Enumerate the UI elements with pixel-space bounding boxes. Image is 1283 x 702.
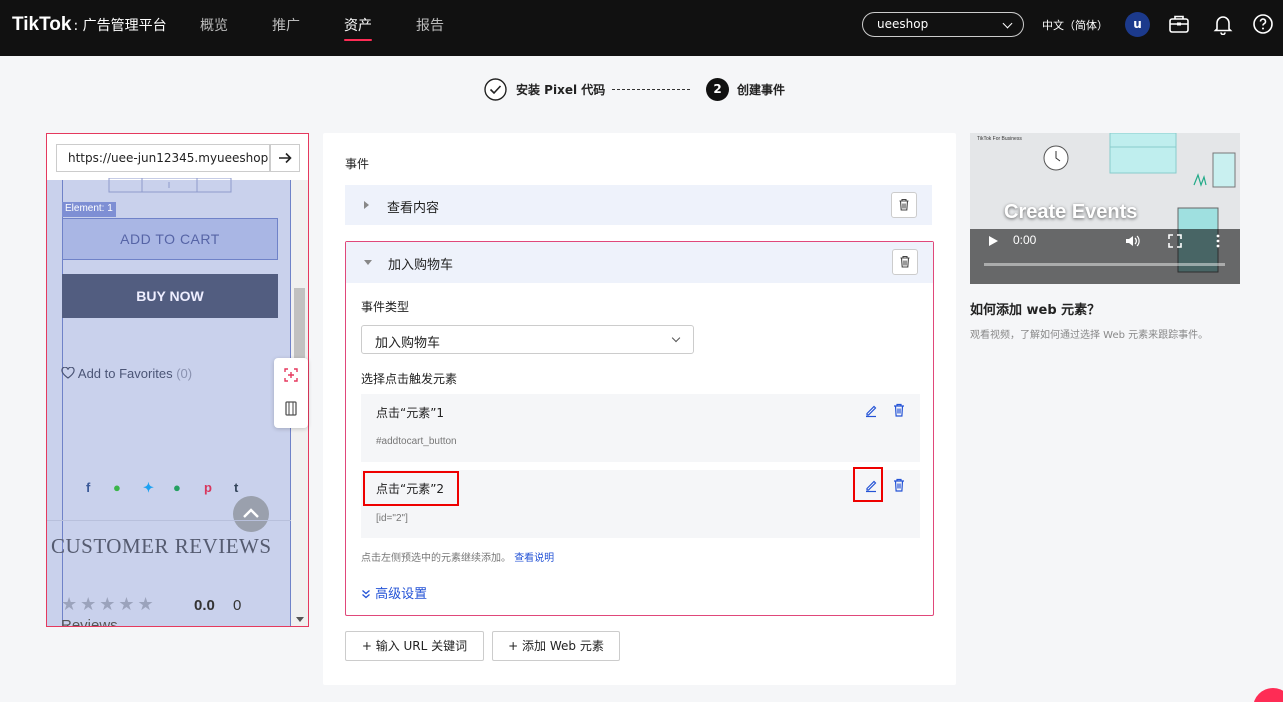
facebook-icon[interactable]: f (86, 480, 90, 495)
event-type-select[interactable]: 加入购物车 (361, 325, 694, 354)
element-picker-icon[interactable] (274, 358, 308, 392)
go-button[interactable] (270, 144, 300, 172)
delete-event-button[interactable] (892, 249, 918, 275)
add-element-hint: 点击左侧预选中的元素继续添加。 查看说明 (361, 549, 554, 564)
nav-overview[interactable]: 概览 (200, 15, 228, 35)
notification-bell-icon[interactable] (1212, 13, 1234, 35)
volume-icon[interactable] (1124, 234, 1140, 248)
play-icon[interactable] (986, 234, 1000, 248)
preview-url-input[interactable]: https://uee-jun12345.myueeshop.com (56, 144, 270, 172)
chevron-down-icon (671, 333, 681, 343)
user-avatar[interactable]: u (1125, 12, 1150, 37)
trash-icon (899, 198, 909, 211)
preview-tools (274, 358, 308, 428)
quantity-selector-remnant (108, 178, 232, 193)
twitter-icon[interactable]: ✦ (143, 480, 154, 496)
add-url-keyword-button[interactable]: + 输入 URL 关键词 (345, 631, 484, 661)
rating-count: 0 (233, 597, 242, 614)
video-current-time: 0:00 (1013, 233, 1037, 247)
language-switch[interactable]: 中文（简体） (1042, 17, 1108, 33)
delete-event-button[interactable] (891, 192, 917, 218)
logo-subtitle: : 广告管理平台 (73, 18, 167, 34)
shop-page-viewport: Element: 1 ADD TO CART BUY NOW Add to Fa… (47, 178, 291, 627)
nav-reports[interactable]: 报告 (416, 15, 444, 35)
whatsapp-icon[interactable]: ● (173, 480, 181, 495)
tutorial-video-player[interactable]: TikTok For Business Create Events 0:00 (970, 133, 1240, 284)
scroll-down-arrow-icon[interactable] (296, 617, 304, 622)
chevron-down-icon (1002, 18, 1013, 29)
event-row-view-content[interactable]: 查看内容 (345, 185, 932, 225)
briefcase-icon[interactable] (1168, 13, 1190, 35)
customer-reviews-heading: CUSTOMER REVIEWS (51, 534, 272, 558)
top-navigation-bar: TikTok: 广告管理平台 概览 推广 资产 报告 ueeshop 中文（简体… (0, 0, 1283, 56)
add-to-cart-button[interactable]: ADD TO CART (62, 218, 278, 260)
line-icon[interactable]: ● (113, 480, 121, 495)
fullscreen-icon[interactable] (1168, 234, 1182, 248)
caret-right-icon[interactable] (364, 201, 369, 209)
advanced-settings-toggle[interactable]: 高级设置 (361, 583, 427, 602)
video-progress-bar[interactable] (984, 263, 1225, 266)
nav-promotion[interactable]: 推广 (272, 15, 300, 35)
account-selector[interactable]: ueeshop (862, 12, 1024, 37)
device-toggle-icon[interactable] (274, 392, 308, 426)
event-title: 查看内容 (387, 201, 440, 216)
average-rating: 0.0 (194, 597, 215, 614)
event-type-value: 加入购物车 (375, 336, 441, 351)
favorites-count: (0) (176, 366, 193, 381)
step-connector (612, 89, 690, 90)
add-to-favorites[interactable]: Add to Favorites (0) (61, 366, 192, 381)
chevron-up-icon (243, 508, 259, 518)
step-1-label: 安装 Pixel 代码 (516, 83, 606, 97)
step-2-number: 2 (706, 78, 729, 101)
trash-icon[interactable] (891, 477, 907, 493)
element-tag: Element: 1 (62, 202, 116, 217)
section-divider (47, 520, 291, 521)
nav-assets[interactable]: 资产 (344, 15, 372, 41)
element-selector: #addtocart_button (376, 436, 457, 447)
edit-pencil-icon[interactable] (863, 402, 879, 418)
buy-now-button[interactable]: BUY NOW (62, 274, 278, 318)
event-card-add-to-cart: 加入购物车 事件类型 加入购物车 选择点击触发元素 点击“元素”1 #addto… (345, 241, 934, 616)
pinterest-icon[interactable]: p (204, 480, 212, 495)
video-title: 如何添加 web 元素？ (970, 303, 1101, 318)
favorites-label: Add to Favorites (77, 366, 173, 381)
help-fab-button[interactable] (1253, 688, 1283, 702)
annotation-highlight-edit (853, 467, 883, 502)
help-icon[interactable] (1252, 13, 1274, 35)
tumblr-icon[interactable]: t (234, 480, 238, 495)
double-chevron-down-icon (362, 590, 370, 599)
tiktok-ads-logo[interactable]: TikTok: 广告管理平台 (12, 14, 167, 36)
step-2-label: 创建事件 (737, 83, 786, 97)
annotation-highlight-title (363, 471, 459, 506)
logo-text: TikTok (12, 14, 72, 35)
add-web-element-button[interactable]: + 添加 Web 元素 (492, 631, 620, 661)
scroll-to-top-button[interactable] (233, 496, 269, 532)
element-title: 点击“元素”1 (376, 406, 445, 420)
events-section-label: 事件 (345, 157, 370, 171)
view-instructions-link[interactable]: 查看说明 (514, 553, 554, 564)
video-description: 观看视频，了解如何通过选择 Web 元素来跟踪事件。 (970, 330, 1209, 341)
arrow-right-icon (279, 152, 292, 164)
trigger-element-label: 选择点击触发元素 (361, 372, 458, 386)
video-overlay-title: Create Events (1004, 201, 1138, 223)
website-preview-panel: https://uee-jun12345.myueeshop.com Eleme… (46, 133, 309, 627)
event-card-header[interactable]: 加入购物车 (346, 242, 933, 283)
trigger-element-item: 点击“元素”1 #addtocart_button (361, 394, 920, 462)
event-title: 加入购物车 (388, 258, 454, 273)
reviews-label: Reviews (61, 617, 118, 627)
trash-icon[interactable] (891, 402, 907, 418)
heart-icon (61, 366, 75, 379)
trash-icon (900, 255, 910, 268)
element-selector: [id="2"] (376, 513, 408, 524)
rating-stars: ★★★★★ (61, 594, 157, 615)
step-complete-check-icon (484, 78, 507, 101)
more-options-icon[interactable] (1215, 234, 1221, 248)
video-brand-text: TikTok For Business (977, 136, 1022, 142)
hint-text: 点击左侧预选中的元素继续添加。 (361, 553, 511, 564)
event-type-label: 事件类型 (361, 300, 410, 314)
account-name: ueeshop (877, 17, 929, 31)
advanced-settings-label: 高级设置 (375, 587, 428, 602)
caret-down-icon[interactable] (364, 260, 372, 265)
